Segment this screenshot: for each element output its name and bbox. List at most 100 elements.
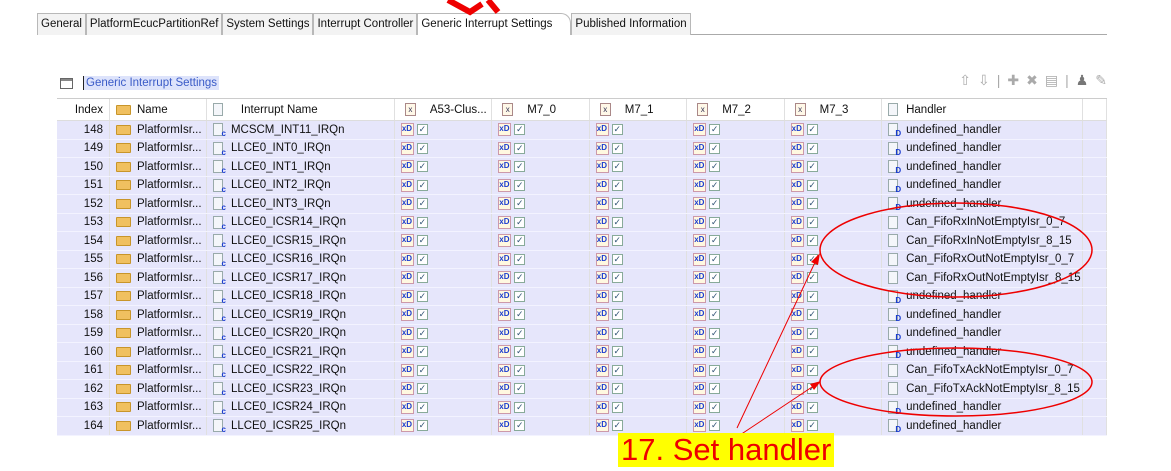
- tab-published-information[interactable]: Published Information: [571, 13, 691, 35]
- core-enable-cell[interactable]: xD ✓: [395, 343, 493, 361]
- core-enable-cell[interactable]: xD ✓: [687, 287, 785, 305]
- core-enable-cell[interactable]: xD ✓: [590, 195, 688, 213]
- core-enable-cell[interactable]: xD ✓: [590, 158, 688, 176]
- core-enable-cell[interactable]: xD ✓: [785, 287, 883, 305]
- core-enable-cell[interactable]: xD ✓: [590, 306, 688, 324]
- core-enable-cell[interactable]: xD ✓: [395, 269, 493, 287]
- column-header-m7-2[interactable]: x M7_2: [687, 99, 785, 120]
- core-enable-cell[interactable]: xD ✓: [395, 287, 493, 305]
- checkbox-checked[interactable]: ✓: [416, 179, 428, 191]
- table-row[interactable]: 159 PlatformIsr... c LLCE0_ICSR20_IRQn xD ✓ xD…: [57, 324, 1107, 343]
- core-enable-cell[interactable]: xD ✓: [785, 306, 883, 324]
- checkbox-checked[interactable]: ✓: [709, 364, 721, 376]
- core-enable-cell[interactable]: xD ✓: [395, 121, 493, 139]
- checkbox-checked[interactable]: ✓: [806, 253, 818, 265]
- checkbox-checked[interactable]: ✓: [709, 142, 721, 154]
- checkbox-checked[interactable]: ✓: [611, 346, 623, 358]
- table-row[interactable]: 151 PlatformIsr... c LLCE0_INT2_IRQn xD ✓ xD ✓ x…: [57, 176, 1107, 195]
- checkbox-checked[interactable]: ✓: [416, 272, 428, 284]
- core-enable-cell[interactable]: xD ✓: [492, 269, 590, 287]
- checkbox-checked[interactable]: ✓: [416, 216, 428, 228]
- core-enable-cell[interactable]: xD ✓: [687, 306, 785, 324]
- checkbox-checked[interactable]: ✓: [806, 272, 818, 284]
- core-enable-cell[interactable]: xD ✓: [785, 324, 883, 342]
- delete-icon[interactable]: ✖: [1026, 72, 1038, 89]
- core-enable-cell[interactable]: xD ✓: [492, 417, 590, 435]
- interrupt-name-cell[interactable]: c LLCE0_ICSR15_IRQn: [207, 232, 395, 250]
- checkbox-checked[interactable]: ✓: [611, 364, 623, 376]
- core-enable-cell[interactable]: xD ✓: [395, 158, 493, 176]
- interrupt-name-cell[interactable]: c LLCE0_ICSR17_IRQn: [207, 269, 395, 287]
- core-enable-cell[interactable]: xD ✓: [395, 417, 493, 435]
- table-row[interactable]: 154 PlatformIsr... c LLCE0_ICSR15_IRQn xD ✓ xD…: [57, 232, 1107, 251]
- handler-cell[interactable]: Dundefined_handler: [882, 287, 1084, 305]
- checkbox-checked[interactable]: ✓: [709, 161, 721, 173]
- column-header-a53-clus-[interactable]: x A53-Clus...: [395, 99, 493, 120]
- checkbox-checked[interactable]: ✓: [806, 179, 818, 191]
- core-enable-cell[interactable]: xD ✓: [687, 121, 785, 139]
- core-enable-cell[interactable]: xD ✓: [590, 398, 688, 416]
- name-cell[interactable]: PlatformIsr...: [110, 121, 207, 139]
- core-enable-cell[interactable]: xD ✓: [395, 361, 493, 379]
- checkbox-checked[interactable]: ✓: [611, 253, 623, 265]
- core-enable-cell[interactable]: xD ✓: [492, 250, 590, 268]
- core-enable-cell[interactable]: xD ✓: [590, 232, 688, 250]
- core-enable-cell[interactable]: xD ✓: [492, 306, 590, 324]
- interrupt-name-cell[interactable]: c LLCE0_ICSR18_IRQn: [207, 287, 395, 305]
- column-header-m7-3[interactable]: x M7_3: [785, 99, 883, 120]
- core-enable-cell[interactable]: xD ✓: [687, 139, 785, 157]
- checkbox-checked[interactable]: ✓: [416, 235, 428, 247]
- name-cell[interactable]: PlatformIsr...: [110, 380, 207, 398]
- interrupt-name-cell[interactable]: c LLCE0_INT2_IRQn: [207, 176, 395, 194]
- name-cell[interactable]: PlatformIsr...: [110, 232, 207, 250]
- checkbox-checked[interactable]: ✓: [611, 235, 623, 247]
- handler-cell[interactable]: Can_FifoTxAckNotEmptyIsr_0_7: [882, 361, 1084, 379]
- checkbox-checked[interactable]: ✓: [514, 179, 526, 191]
- core-enable-cell[interactable]: xD ✓: [395, 232, 493, 250]
- core-enable-cell[interactable]: xD ✓: [590, 269, 688, 287]
- handler-cell[interactable]: Can_FifoRxOutNotEmptyIsr_0_7: [882, 250, 1084, 268]
- handler-cell[interactable]: Dundefined_handler: [882, 176, 1084, 194]
- core-enable-cell[interactable]: xD ✓: [492, 380, 590, 398]
- table-row[interactable]: 158 PlatformIsr... c LLCE0_ICSR19_IRQn xD ✓ xD…: [57, 306, 1107, 325]
- checkbox-checked[interactable]: ✓: [709, 383, 721, 395]
- core-enable-cell[interactable]: xD ✓: [590, 324, 688, 342]
- core-enable-cell[interactable]: xD ✓: [687, 269, 785, 287]
- core-enable-cell[interactable]: xD ✓: [590, 139, 688, 157]
- interrupt-name-cell[interactable]: c LLCE0_ICSR24_IRQn: [207, 398, 395, 416]
- checkbox-checked[interactable]: ✓: [416, 420, 428, 432]
- checkbox-checked[interactable]: ✓: [611, 383, 623, 395]
- core-enable-cell[interactable]: xD ✓: [687, 343, 785, 361]
- core-enable-cell[interactable]: xD ✓: [687, 250, 785, 268]
- table-row[interactable]: 164 PlatformIsr... c LLCE0_ICSR25_IRQn xD ✓ xD…: [57, 417, 1107, 436]
- checkbox-checked[interactable]: ✓: [806, 364, 818, 376]
- core-enable-cell[interactable]: xD ✓: [785, 121, 883, 139]
- checkbox-checked[interactable]: ✓: [611, 272, 623, 284]
- checkbox-checked[interactable]: ✓: [514, 198, 526, 210]
- tab-system-settings[interactable]: System Settings: [222, 13, 314, 35]
- checkbox-checked[interactable]: ✓: [514, 253, 526, 265]
- checkbox-checked[interactable]: ✓: [514, 327, 526, 339]
- core-enable-cell[interactable]: xD ✓: [395, 139, 493, 157]
- checkbox-checked[interactable]: ✓: [514, 142, 526, 154]
- core-enable-cell[interactable]: xD ✓: [785, 213, 883, 231]
- checkbox-checked[interactable]: ✓: [709, 272, 721, 284]
- interrupt-name-cell[interactable]: c LLCE0_ICSR20_IRQn: [207, 324, 395, 342]
- checkbox-checked[interactable]: ✓: [611, 309, 623, 321]
- name-cell[interactable]: PlatformIsr...: [110, 343, 207, 361]
- core-enable-cell[interactable]: xD ✓: [785, 361, 883, 379]
- column-header-name[interactable]: Name: [110, 99, 207, 120]
- core-enable-cell[interactable]: xD ✓: [687, 232, 785, 250]
- core-enable-cell[interactable]: xD ✓: [590, 343, 688, 361]
- checkbox-checked[interactable]: ✓: [416, 401, 428, 413]
- core-enable-cell[interactable]: xD ✓: [492, 121, 590, 139]
- interrupt-name-cell[interactable]: c LLCE0_INT3_IRQn: [207, 195, 395, 213]
- core-enable-cell[interactable]: xD ✓: [785, 139, 883, 157]
- checkbox-checked[interactable]: ✓: [709, 198, 721, 210]
- handler-cell[interactable]: Dundefined_handler: [882, 343, 1084, 361]
- checkbox-checked[interactable]: ✓: [514, 420, 526, 432]
- checkbox-checked[interactable]: ✓: [416, 124, 428, 136]
- name-cell[interactable]: PlatformIsr...: [110, 213, 207, 231]
- handler-cell[interactable]: Can_FifoRxInNotEmptyIsr_0_7: [882, 213, 1084, 231]
- core-enable-cell[interactable]: xD ✓: [785, 269, 883, 287]
